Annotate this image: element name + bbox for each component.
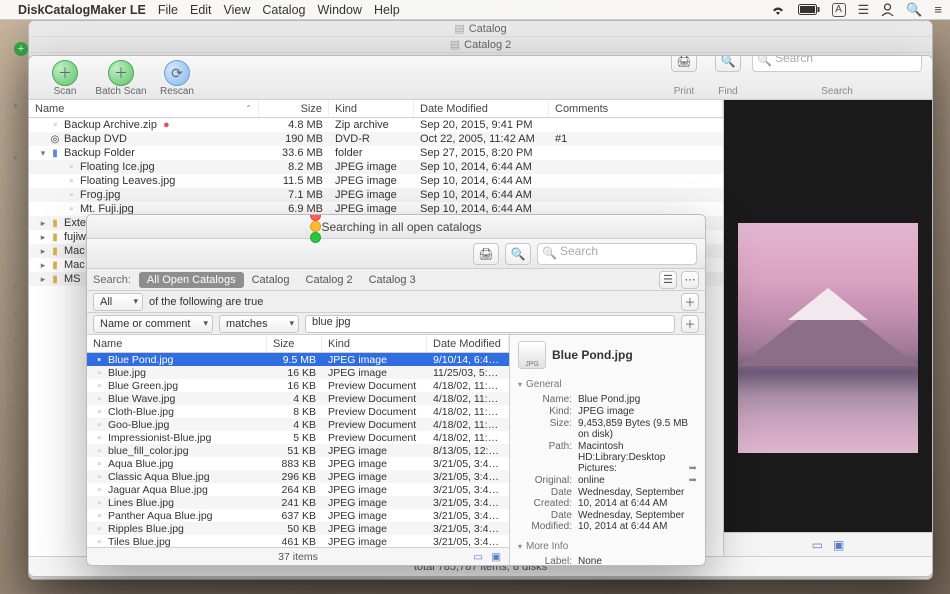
- toolbar-search-input[interactable]: Search: [752, 55, 922, 72]
- info-filename: Blue Pond.jpg: [552, 348, 633, 362]
- criteria-add-button[interactable]: ＋: [681, 293, 699, 311]
- search-window-title: Searching in all open catalogs: [321, 220, 481, 234]
- result-row[interactable]: ▫️Classic Aqua Blue.jpg296 KBJPEG image3…: [87, 470, 509, 483]
- criteria-field-combo[interactable]: Name or comment: [93, 315, 213, 333]
- search-find-button[interactable]: 🔍: [505, 243, 531, 265]
- table-row[interactable]: ▫️Backup Archive.zip●4.8 MBZip archiveSe…: [29, 118, 723, 132]
- info-row: Kind:JPEG image: [518, 406, 697, 417]
- result-row[interactable]: ▫️Blue.jpg16 KBJPEG image11/25/03, 5:23 …: [87, 366, 509, 379]
- menu-help[interactable]: Help: [374, 3, 400, 17]
- info-section-more[interactable]: More Info: [510, 539, 705, 554]
- info-row: Label:None: [518, 556, 697, 565]
- criteria-tail-label: of the following are true: [149, 296, 263, 308]
- table-row[interactable]: ▫️Floating Ice.jpg8.2 MBJPEG imageSep 10…: [29, 160, 723, 174]
- close-button[interactable]: [310, 214, 321, 221]
- criteria-value-input[interactable]: blue jpg: [305, 315, 675, 333]
- result-row[interactable]: ▫️Jaguar Aqua Blue.jpg264 KBJPEG image3/…: [87, 483, 509, 496]
- info-row: Size:9,453,859 Bytes (9.5 MB on disk): [518, 418, 697, 440]
- column-headers[interactable]: Name⌃ Size Kind Date Modified Comments: [29, 100, 723, 118]
- info-row: Original:online➥: [518, 475, 697, 486]
- menu-extra-a-icon[interactable]: A: [832, 3, 846, 17]
- result-row[interactable]: ▫️Blue Pond.jpg9.5 MBJPEG image9/10/14, …: [87, 353, 509, 366]
- quicklook-image-icon[interactable]: ▣: [833, 538, 844, 552]
- scope-tab[interactable]: Catalog 2: [298, 272, 361, 288]
- search-toolbar: 🖨 🔍 Search: [87, 239, 705, 269]
- criteria-all-combo[interactable]: All: [93, 293, 143, 311]
- result-quicklook-image-icon[interactable]: ▣: [491, 551, 501, 563]
- search-scope-bar: Search: All Open CatalogsCatalogCatalog …: [87, 269, 705, 291]
- info-row: Name:Blue Pond.jpg: [518, 394, 697, 405]
- mac-menubar: DiskCatalogMaker LE File Edit View Catalog W…: [0, 0, 950, 20]
- preview-pane: ▭ ▣: [724, 100, 932, 556]
- main-toolbar: ＋Scan ＋Batch Scan ⟳Rescan 🖨 Print 🔍 Find…: [29, 56, 932, 100]
- zoom-button[interactable]: [310, 232, 321, 243]
- search-print-button[interactable]: 🖨: [473, 243, 499, 265]
- result-row[interactable]: ▫️Goo-Blue.jpg4 KBPreview Document4/18/0…: [87, 418, 509, 431]
- info-thumbnail-icon: JPG: [518, 341, 546, 369]
- info-row: Date Created:Wednesday, September 10, 20…: [518, 487, 697, 509]
- result-row[interactable]: ▫️Ripples Blue.jpg50 KBJPEG image3/21/05…: [87, 522, 509, 535]
- result-row[interactable]: ▫️Impressionist-Blue.jpg5 KBPreview Docu…: [87, 431, 509, 444]
- reveal-icon[interactable]: ➥: [689, 475, 697, 486]
- find-button[interactable]: 🔍: [715, 55, 741, 72]
- batch-scan-button[interactable]: ＋Batch Scan: [95, 60, 147, 97]
- window-tab[interactable]: ▤Catalog: [29, 21, 932, 37]
- result-row[interactable]: ▫️Blue Wave.jpg4 KBPreview Document4/18/…: [87, 392, 509, 405]
- scan-button[interactable]: ＋Scan: [39, 60, 91, 97]
- sidebar-disclosure-arrows: ▸▸ ▸▸▸▸▸: [14, 100, 19, 400]
- menu-window[interactable]: Window: [318, 3, 362, 17]
- spotlight-search-icon[interactable]: 🔍: [906, 2, 922, 18]
- info-pane: JPG Blue Pond.jpg General Name:Blue Pond…: [510, 335, 705, 565]
- result-quicklook-page-icon[interactable]: ▭: [473, 551, 483, 563]
- battery-icon[interactable]: [798, 4, 820, 15]
- wifi-icon[interactable]: [770, 4, 786, 16]
- table-row[interactable]: ▾▮Backup Folder33.6 MBfolderSep 27, 2015…: [29, 146, 723, 160]
- quicklook-page-icon[interactable]: ▭: [812, 538, 823, 552]
- result-footer: 37 items ▭ ▣: [87, 547, 509, 565]
- info-section-general[interactable]: General: [510, 377, 705, 392]
- criteria-bar-1: All of the following are true ＋: [87, 291, 705, 313]
- table-row[interactable]: ▫️Floating Leaves.jpg11.5 MBJPEG imageSe…: [29, 174, 723, 188]
- scope-label: Search:: [93, 274, 131, 286]
- window-tab[interactable]: ▤Catalog 2: [29, 37, 932, 53]
- table-row[interactable]: ◎Backup DVD190 MBDVD-ROct 22, 2005, 11:4…: [29, 132, 723, 146]
- background-add-icon: +: [14, 42, 28, 56]
- notification-center-icon[interactable]: ☰: [858, 2, 870, 18]
- minimize-button[interactable]: [310, 221, 321, 232]
- search-window-search-input[interactable]: Search: [537, 243, 697, 265]
- menu-file[interactable]: File: [158, 3, 178, 17]
- result-row[interactable]: ▫️Cloth-Blue.jpg8 KBPreview Document4/18…: [87, 405, 509, 418]
- save-search-button[interactable]: ☰: [659, 271, 677, 289]
- search-window: Searching in all open catalogs 🖨 🔍 Searc…: [86, 214, 706, 566]
- scope-tab[interactable]: Catalog 3: [361, 272, 424, 288]
- notification-list-icon[interactable]: ≡: [934, 2, 942, 17]
- criteria-op-combo[interactable]: matches: [219, 315, 299, 333]
- rescan-button[interactable]: ⟳Rescan: [151, 60, 203, 97]
- menu-view[interactable]: View: [224, 3, 251, 17]
- result-row[interactable]: ▫️blue_fill_color.jpg51 KBJPEG image8/13…: [87, 444, 509, 457]
- result-row[interactable]: ▫️Panther Aqua Blue.jpg637 KBJPEG image3…: [87, 509, 509, 522]
- menu-catalog[interactable]: Catalog: [262, 3, 305, 17]
- scope-tab[interactable]: Catalog: [244, 272, 298, 288]
- result-row[interactable]: ▫️Lines Blue.jpg241 KBJPEG image3/21/05,…: [87, 496, 509, 509]
- scope-tab[interactable]: All Open Catalogs: [139, 272, 244, 288]
- app-name[interactable]: DiskCatalogMaker LE: [18, 3, 146, 17]
- result-row[interactable]: ▫️Tiles Blue.jpg461 KBJPEG image3/21/05,…: [87, 535, 509, 547]
- table-row[interactable]: ▫️Frog.jpg7.1 MBJPEG imageSep 10, 2014, …: [29, 188, 723, 202]
- menu-edit[interactable]: Edit: [190, 3, 212, 17]
- reveal-icon[interactable]: ➥: [689, 463, 697, 474]
- result-column-headers[interactable]: Name Size Kind Date Modified: [87, 335, 509, 353]
- print-button[interactable]: 🖨: [671, 55, 697, 72]
- search-options-button[interactable]: ⋯: [681, 271, 699, 289]
- criteria-row-add-button[interactable]: ＋: [681, 315, 699, 333]
- spotlight-user-icon[interactable]: [881, 3, 894, 16]
- info-row: Path:Macintosh HD:Library:Desktop Pictur…: [518, 441, 697, 474]
- info-row: Date Modified:Wednesday, September 10, 2…: [518, 510, 697, 532]
- result-row[interactable]: ▫️Blue Green.jpg16 KBPreview Document4/1…: [87, 379, 509, 392]
- result-row[interactable]: ▫️Aqua Blue.jpg883 KBJPEG image3/21/05, …: [87, 457, 509, 470]
- criteria-bar-2: Name or comment matches blue jpg ＋: [87, 313, 705, 335]
- preview-image: [738, 223, 918, 453]
